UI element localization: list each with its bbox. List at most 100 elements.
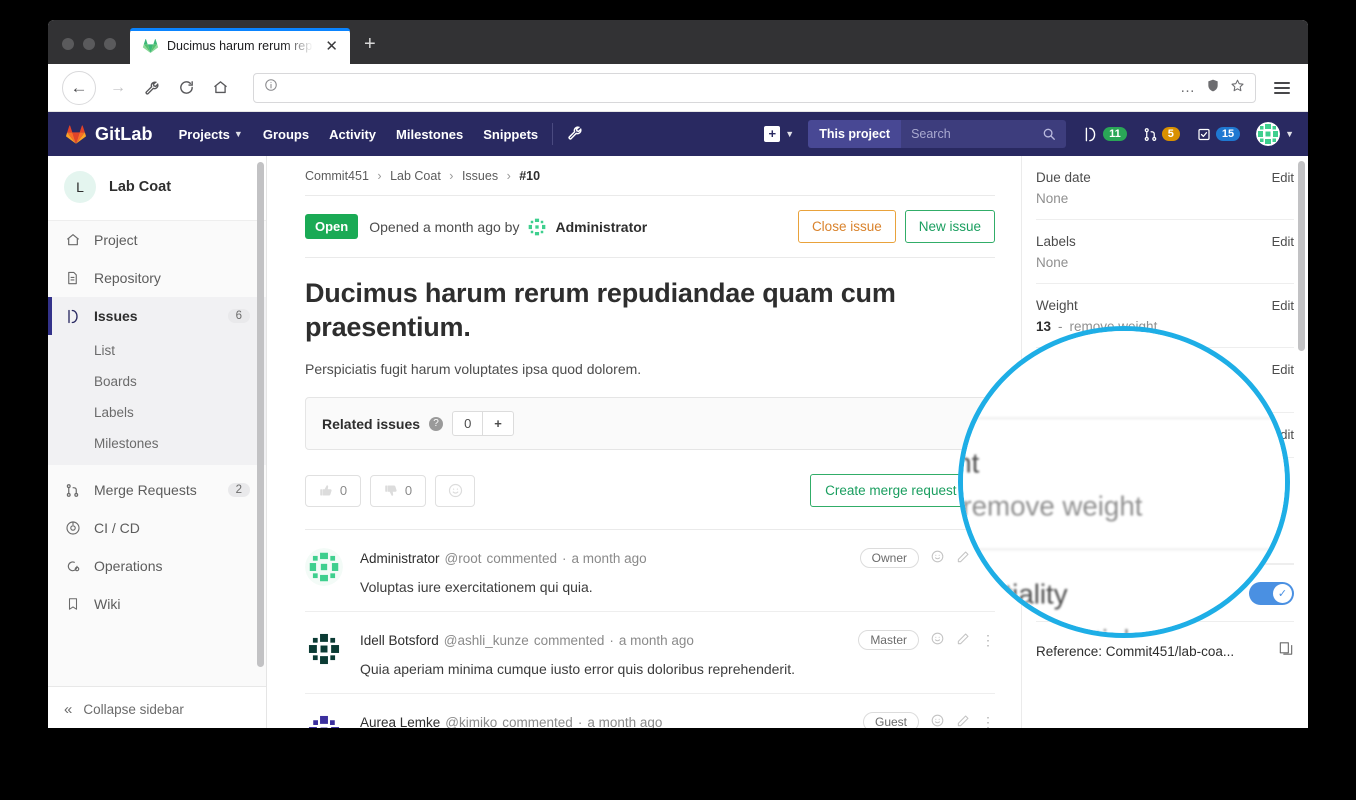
- sidebar-subitem-labels[interactable]: Labels: [48, 397, 266, 428]
- avatar: [305, 548, 343, 586]
- topnav-label: Projects: [179, 127, 230, 142]
- note-author[interactable]: Idell Botsford: [360, 633, 439, 648]
- note-username[interactable]: @ashli_kunze: [439, 633, 529, 648]
- magnified-row-weight: Weight 13 - remove weight: [958, 419, 1290, 550]
- project-header[interactable]: L Lab Coat: [48, 156, 266, 221]
- status-badge: Open: [305, 214, 358, 239]
- note-more-actions-icon[interactable]: ⋮: [981, 632, 995, 649]
- topnav-item-snippets[interactable]: Snippets: [483, 127, 538, 142]
- edit-weight-button[interactable]: Edit: [1272, 298, 1294, 313]
- search-input[interactable]: Search: [901, 120, 1066, 148]
- user-menu-button[interactable]: ▼: [1256, 122, 1294, 146]
- topnav-counter-merge-requests[interactable]: 5: [1143, 127, 1180, 142]
- gitlab-tanuki-icon: [65, 124, 87, 145]
- magnified-remove-weight-button[interactable]: remove weight: [962, 491, 1142, 522]
- breadcrumb-project[interactable]: Lab Coat: [390, 169, 441, 183]
- topnav-item-activity[interactable]: Activity: [329, 127, 376, 142]
- gitlab-wordmark: GitLab: [95, 124, 153, 145]
- note-more-actions-icon[interactable]: ⋮: [981, 714, 995, 728]
- shield-icon[interactable]: [1206, 78, 1220, 98]
- wrench-icon[interactable]: [137, 73, 167, 103]
- back-button[interactable]: ←: [62, 71, 96, 105]
- browser-menu-button[interactable]: [1270, 82, 1294, 94]
- gitlab-logo[interactable]: GitLab: [65, 124, 153, 145]
- bookmark-star-icon[interactable]: [1230, 78, 1245, 98]
- reload-button[interactable]: [171, 73, 201, 103]
- close-window-button[interactable]: [62, 38, 74, 50]
- sidebar-item-project[interactable]: Project: [48, 221, 266, 259]
- breadcrumb-project-group[interactable]: Commit451: [305, 169, 369, 183]
- sidebar-item-merge-requests[interactable]: Merge Requests 2: [48, 471, 266, 509]
- sidebar-item-repository[interactable]: Repository: [48, 259, 266, 297]
- add-reaction-button[interactable]: [435, 475, 475, 507]
- topnav-counter-issues[interactable]: 11: [1082, 127, 1127, 142]
- new-dropdown-button[interactable]: + ▼: [764, 126, 794, 142]
- sidebar-subitem-milestones[interactable]: Milestones: [48, 428, 266, 459]
- sidebar-row-due-date: Due date Edit None: [1036, 156, 1294, 220]
- forward-button[interactable]: →: [103, 73, 133, 103]
- right-sidebar-scrollbar[interactable]: [1298, 161, 1305, 351]
- topnav-item-projects[interactable]: Projects ▼: [179, 127, 243, 142]
- issue-author[interactable]: Administrator: [555, 219, 647, 235]
- home-icon[interactable]: [205, 73, 235, 103]
- edit-note-icon[interactable]: [956, 632, 970, 649]
- thumbsdown-count: 0: [405, 483, 412, 498]
- add-related-issue-button[interactable]: +: [482, 412, 513, 435]
- maximize-window-button[interactable]: [104, 38, 116, 50]
- breadcrumb-sep: ›: [502, 169, 516, 183]
- create-merge-request-button[interactable]: Create merge request: [810, 474, 971, 507]
- sidebar-item-operations[interactable]: Operations: [48, 547, 266, 585]
- copy-reference-icon[interactable]: [1278, 640, 1294, 662]
- note-username[interactable]: @kimiko: [440, 715, 497, 728]
- topnav-item-groups[interactable]: Groups: [263, 127, 309, 142]
- note-author[interactable]: Administrator: [360, 551, 440, 566]
- sidebar-item-wiki[interactable]: Wiki: [48, 585, 266, 623]
- page-info-icon[interactable]: [264, 78, 278, 97]
- close-issue-button[interactable]: Close issue: [798, 210, 896, 243]
- breadcrumb-issue-number[interactable]: #10: [519, 169, 540, 183]
- admin-wrench-icon[interactable]: [567, 125, 583, 144]
- thumbsdown-button[interactable]: 0: [370, 475, 426, 507]
- reference-label: Reference: Commit451/lab-coa...: [1036, 644, 1234, 659]
- url-bar[interactable]: …: [253, 73, 1256, 103]
- browser-tab[interactable]: Ducimus harum rerum repudian ✕: [130, 28, 350, 64]
- note-item: Administrator @root commented · a month …: [305, 530, 995, 611]
- browser-window: Ducimus harum rerum repudian ✕ + ← →: [48, 20, 1308, 728]
- thumbsup-button[interactable]: 0: [305, 475, 361, 507]
- note-timestamp: a month ago: [572, 551, 647, 566]
- window-controls[interactable]: [48, 38, 130, 64]
- add-reaction-icon[interactable]: [930, 713, 945, 728]
- edit-note-icon[interactable]: [956, 714, 970, 728]
- magnified-weight-label: Weight: [958, 448, 979, 479]
- close-tab-button[interactable]: ✕: [321, 37, 342, 56]
- add-reaction-icon[interactable]: [930, 549, 945, 567]
- edit-labels-button[interactable]: Edit: [1272, 234, 1294, 249]
- avatar: [1256, 122, 1280, 146]
- new-issue-button[interactable]: New issue: [905, 210, 995, 243]
- add-reaction-icon[interactable]: [930, 631, 945, 649]
- sidebar-scrollbar[interactable]: [257, 162, 264, 667]
- minimize-window-button[interactable]: [83, 38, 95, 50]
- sidebar-item-issues[interactable]: Issues 6: [48, 297, 266, 335]
- magnifier-content: Labels None Weight 13 - remove weigh: [958, 326, 1290, 638]
- search-scope-button[interactable]: This project: [808, 120, 901, 148]
- page-actions-icon[interactable]: …: [1180, 79, 1196, 96]
- collapse-sidebar-button[interactable]: « Collapse sidebar: [48, 686, 266, 728]
- note-role-badge: Guest: [863, 712, 919, 728]
- note-username[interactable]: @root: [440, 551, 482, 566]
- edit-due-date-button[interactable]: Edit: [1272, 170, 1294, 185]
- new-tab-button[interactable]: +: [350, 33, 390, 64]
- sidebar-item-ci-cd[interactable]: CI / CD: [48, 509, 266, 547]
- topnav-counter-todos[interactable]: 15: [1196, 127, 1240, 142]
- breadcrumb-issues[interactable]: Issues: [462, 169, 498, 183]
- sidebar-subitem-list[interactable]: List: [48, 335, 266, 366]
- help-icon[interactable]: ?: [429, 417, 443, 431]
- breadcrumb-sep: ›: [372, 169, 386, 183]
- topnav-item-milestones[interactable]: Milestones: [396, 127, 463, 142]
- sidebar-subitem-boards[interactable]: Boards: [48, 366, 266, 397]
- note-author[interactable]: Aurea Lemke: [360, 715, 440, 728]
- search-placeholder: Search: [911, 127, 951, 141]
- due-date-label: Due date: [1036, 170, 1091, 185]
- issue-main: Commit451 › Lab Coat › Issues › #10 Open…: [267, 156, 1021, 728]
- thumbsup-count: 0: [340, 483, 347, 498]
